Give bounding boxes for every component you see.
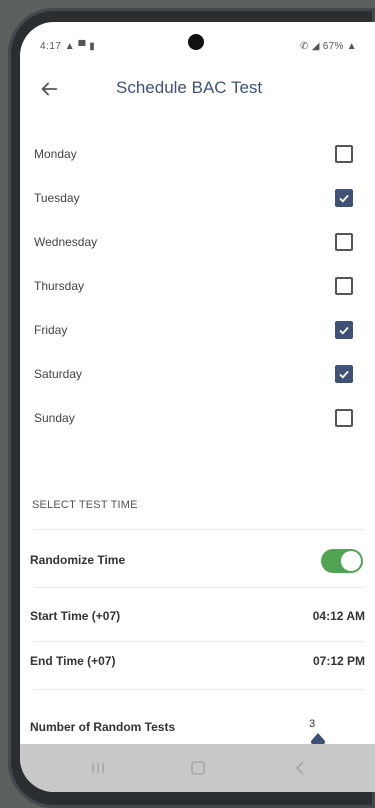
start-time-row[interactable]: Start Time (+07) 04:12 AM — [20, 595, 375, 637]
check-icon — [339, 326, 349, 335]
status-left: 4:17 ▲ ▀ ▮ — [40, 41, 96, 52]
toggle-knob — [341, 551, 361, 571]
app-bar: Schedule BAC Test — [20, 66, 375, 112]
back-nav-icon[interactable] — [290, 758, 310, 778]
recent-apps-icon[interactable] — [88, 758, 108, 778]
day-label: Thursday — [34, 279, 85, 293]
randomize-time-label: Randomize Time — [30, 553, 126, 567]
day-label: Wednesday — [34, 235, 98, 249]
wednesday-checkbox[interactable] — [335, 233, 353, 251]
page-title: Schedule BAC Test — [116, 78, 263, 97]
day-label: Saturday — [34, 367, 83, 381]
divider — [34, 529, 364, 530]
phone-screen: 4:17 ▲ ▀ ▮ ✆ ◢ 67% ▲ Schedule BAC Test M… — [20, 22, 375, 792]
day-label: Sunday — [34, 411, 75, 425]
day-row-sunday[interactable]: Sunday — [20, 397, 375, 441]
saturday-checkbox[interactable] — [335, 365, 353, 383]
system-nav-bar — [20, 744, 375, 792]
status-bar: 4:17 ▲ ▀ ▮ ✆ ◢ 67% ▲ — [20, 22, 375, 66]
divider — [34, 587, 364, 588]
divider — [34, 689, 364, 690]
sunday-checkbox[interactable] — [335, 409, 353, 427]
start-time-value[interactable]: 04:12 AM — [313, 609, 365, 623]
home-icon[interactable] — [188, 758, 208, 778]
random-tests-label: Number of Random Tests — [30, 720, 176, 734]
tuesday-checkbox[interactable] — [335, 189, 353, 207]
status-right: ✆ ◢ 67% ▲ — [299, 41, 357, 52]
camera-cutout — [188, 34, 204, 50]
day-row-monday[interactable]: Monday — [20, 133, 375, 177]
back-arrow-icon[interactable] — [38, 78, 60, 100]
day-row-friday[interactable]: Friday — [20, 309, 375, 353]
start-time-label: Start Time (+07) — [30, 609, 121, 623]
end-time-value[interactable]: 07:12 PM — [313, 654, 365, 668]
day-label: Friday — [34, 323, 68, 337]
check-icon — [339, 194, 349, 203]
randomize-time-toggle[interactable] — [321, 549, 363, 573]
end-time-label: End Time (+07) — [30, 654, 116, 668]
end-time-row[interactable]: End Time (+07) 07:12 PM — [20, 640, 375, 682]
friday-checkbox[interactable] — [335, 321, 353, 339]
section-header-test-time: SELECT TEST TIME — [32, 499, 138, 511]
day-label: Monday — [34, 147, 77, 161]
randomize-time-row[interactable]: Randomize Time — [20, 539, 375, 581]
random-tests-value: 3 — [309, 718, 316, 730]
day-row-tuesday[interactable]: Tuesday — [20, 177, 375, 221]
monday-checkbox[interactable] — [335, 145, 353, 163]
day-row-wednesday[interactable]: Wednesday — [20, 221, 375, 265]
check-icon — [339, 370, 349, 379]
day-row-saturday[interactable]: Saturday — [20, 353, 375, 397]
day-label: Tuesday — [34, 191, 80, 205]
day-row-thursday[interactable]: Thursday — [20, 265, 375, 309]
thursday-checkbox[interactable] — [335, 277, 353, 295]
